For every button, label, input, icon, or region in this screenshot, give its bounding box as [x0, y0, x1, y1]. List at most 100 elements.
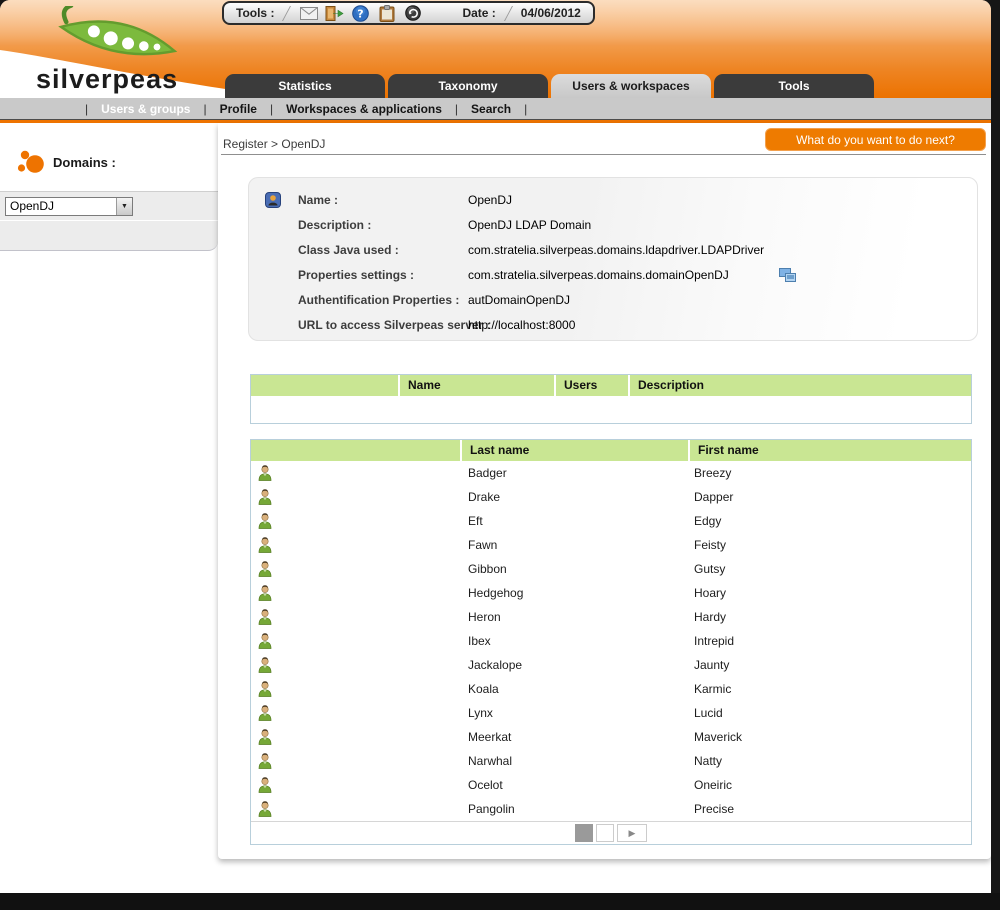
tools-label: Tools : — [236, 6, 274, 20]
next-page-button[interactable]: ▶ — [617, 824, 647, 842]
domain-info-row: Authentification Properties : autDomainO… — [265, 287, 961, 312]
banner: silverpeas Tools : ? — [0, 0, 991, 98]
table-row[interactable]: Jackalope Jaunty — [251, 653, 971, 677]
domain-select[interactable]: OpenDJ ▼ — [5, 197, 133, 216]
user-icon — [258, 513, 272, 529]
user-last-name: Meerkat — [460, 730, 686, 744]
breadcrumb-separator: > — [271, 137, 278, 151]
user-icon — [258, 609, 272, 625]
tab[interactable]: Taxonomy — [388, 74, 548, 98]
top-toolbar: Tools : ? Date : — [222, 1, 595, 25]
subnav-unit: Workspaces & applications | — [286, 102, 471, 116]
subnav-separator: | — [524, 102, 527, 116]
domain-info-row: Name : OpenDJ — [265, 187, 961, 212]
user-icon-cell — [251, 489, 460, 505]
subnav-unit: Users & groups | — [101, 102, 219, 116]
date-value: 04/06/2012 — [521, 6, 581, 20]
user-last-name: Hedgehog — [460, 586, 686, 600]
page-button[interactable] — [596, 824, 614, 842]
app-window: silverpeas Tools : ? — [0, 0, 991, 893]
users-header-first-name: First name — [690, 440, 971, 461]
breadcrumb: Register > OpenDJ — [223, 137, 325, 151]
subnav-item[interactable]: Profile — [220, 102, 257, 116]
user-icon-cell — [251, 705, 460, 721]
user-first-name: Hardy — [686, 610, 971, 624]
table-row[interactable]: Eft Edgy — [251, 509, 971, 533]
info-value: OpenDJ — [468, 193, 512, 207]
table-row[interactable]: Drake Dapper — [251, 485, 971, 509]
user-icon — [258, 633, 272, 649]
tab[interactable]: Tools — [714, 74, 874, 98]
help-icon[interactable]: ? — [351, 5, 370, 22]
user-first-name: Lucid — [686, 706, 971, 720]
user-first-name: Oneiric — [686, 778, 971, 792]
pagination: ▶ — [251, 821, 971, 844]
subnav-bar: | Users & groups | Profile | Workspaces … — [0, 98, 991, 120]
info-value: com.stratelia.silverpeas.domains.ldapdri… — [468, 243, 764, 257]
info-label: Name : — [298, 193, 468, 207]
user-last-name: Fawn — [460, 538, 686, 552]
user-first-name: Maverick — [686, 730, 971, 744]
user-last-name: Drake — [460, 490, 686, 504]
tab[interactable]: Users & workspaces — [551, 74, 711, 98]
table-row[interactable]: Hedgehog Hoary — [251, 581, 971, 605]
table-row[interactable]: Heron Hardy — [251, 605, 971, 629]
groups-table-header: Name Users Description — [251, 375, 971, 396]
table-row[interactable]: Koala Karmic — [251, 677, 971, 701]
breadcrumb-root[interactable]: Register — [223, 137, 268, 151]
date-label: Date : — [462, 6, 495, 20]
groups-header-users: Users — [556, 375, 628, 396]
info-label: Authentification Properties : — [298, 293, 468, 307]
domains-title: Domains : — [53, 155, 116, 170]
table-row[interactable]: Ibex Intrepid — [251, 629, 971, 653]
user-icon-cell — [251, 585, 460, 601]
user-last-name: Eft — [460, 514, 686, 528]
table-row[interactable]: Narwhal Natty — [251, 749, 971, 773]
user-first-name: Precise — [686, 802, 971, 816]
user-first-name: Intrepid — [686, 634, 971, 648]
refresh-icon[interactable] — [403, 5, 422, 22]
groups-header-blank — [251, 375, 398, 396]
user-icon-cell — [251, 537, 460, 553]
user-last-name: Heron — [460, 610, 686, 624]
user-first-name: Breezy — [686, 466, 971, 480]
users-table-header: Last name First name — [251, 440, 971, 461]
user-icon — [258, 705, 272, 721]
subnav-item[interactable]: Users & groups — [101, 102, 190, 116]
table-row[interactable]: Meerkat Maverick — [251, 725, 971, 749]
user-icon-cell — [251, 465, 460, 481]
user-first-name: Dapper — [686, 490, 971, 504]
table-row[interactable]: Gibbon Gutsy — [251, 557, 971, 581]
logout-icon[interactable] — [325, 5, 344, 22]
user-icon-cell — [251, 729, 460, 745]
mail-icon[interactable] — [299, 5, 318, 22]
user-icon — [258, 777, 272, 793]
user-icon-cell — [251, 561, 460, 577]
tab[interactable]: Statistics — [225, 74, 385, 98]
user-icon — [258, 753, 272, 769]
page-button[interactable] — [575, 824, 593, 842]
table-row[interactable]: Ocelot Oneiric — [251, 773, 971, 797]
users-header-blank — [251, 440, 460, 461]
table-row[interactable]: Badger Breezy — [251, 461, 971, 485]
clipboard-icon[interactable] — [377, 5, 396, 22]
subnav-item[interactable]: Search — [471, 102, 511, 116]
breadcrumb-current: OpenDJ — [281, 137, 325, 151]
user-last-name: Ibex — [460, 634, 686, 648]
screens-icon[interactable] — [779, 268, 796, 282]
what-next-button[interactable]: What do you want to do next? — [765, 128, 986, 151]
subnav-item[interactable]: Workspaces & applications — [286, 102, 442, 116]
tab-label: Statistics — [278, 79, 331, 93]
toolbar-divider — [504, 6, 513, 21]
user-icon — [258, 681, 272, 697]
table-row[interactable]: Fawn Feisty — [251, 533, 971, 557]
user-icon — [258, 585, 272, 601]
user-last-name: Narwhal — [460, 754, 686, 768]
user-icon-cell — [251, 753, 460, 769]
orange-dots-icon — [14, 149, 44, 175]
table-row[interactable]: Lynx Lucid — [251, 701, 971, 725]
table-row[interactable]: Pangolin Precise — [251, 797, 971, 821]
users-header-last-name: Last name — [462, 440, 688, 461]
user-icon-cell — [251, 513, 460, 529]
tab-label: Users & workspaces — [572, 79, 689, 93]
